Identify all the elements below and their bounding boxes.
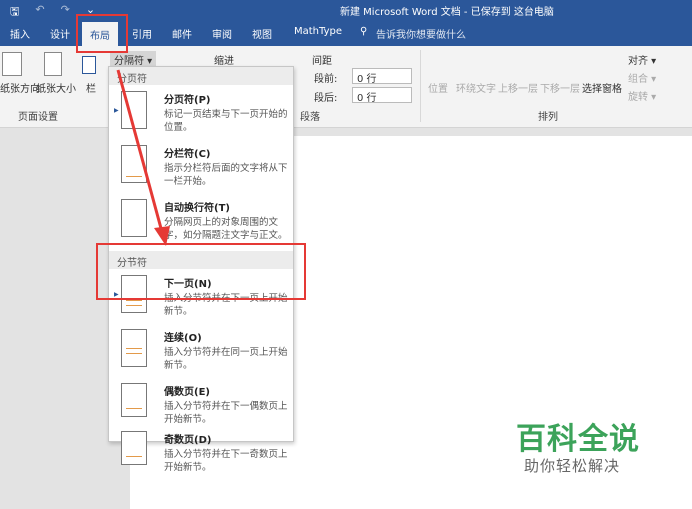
watermark-brand: 百科全说 bbox=[516, 422, 640, 457]
watermark-slogan: 助你轻松解决 bbox=[524, 457, 621, 475]
